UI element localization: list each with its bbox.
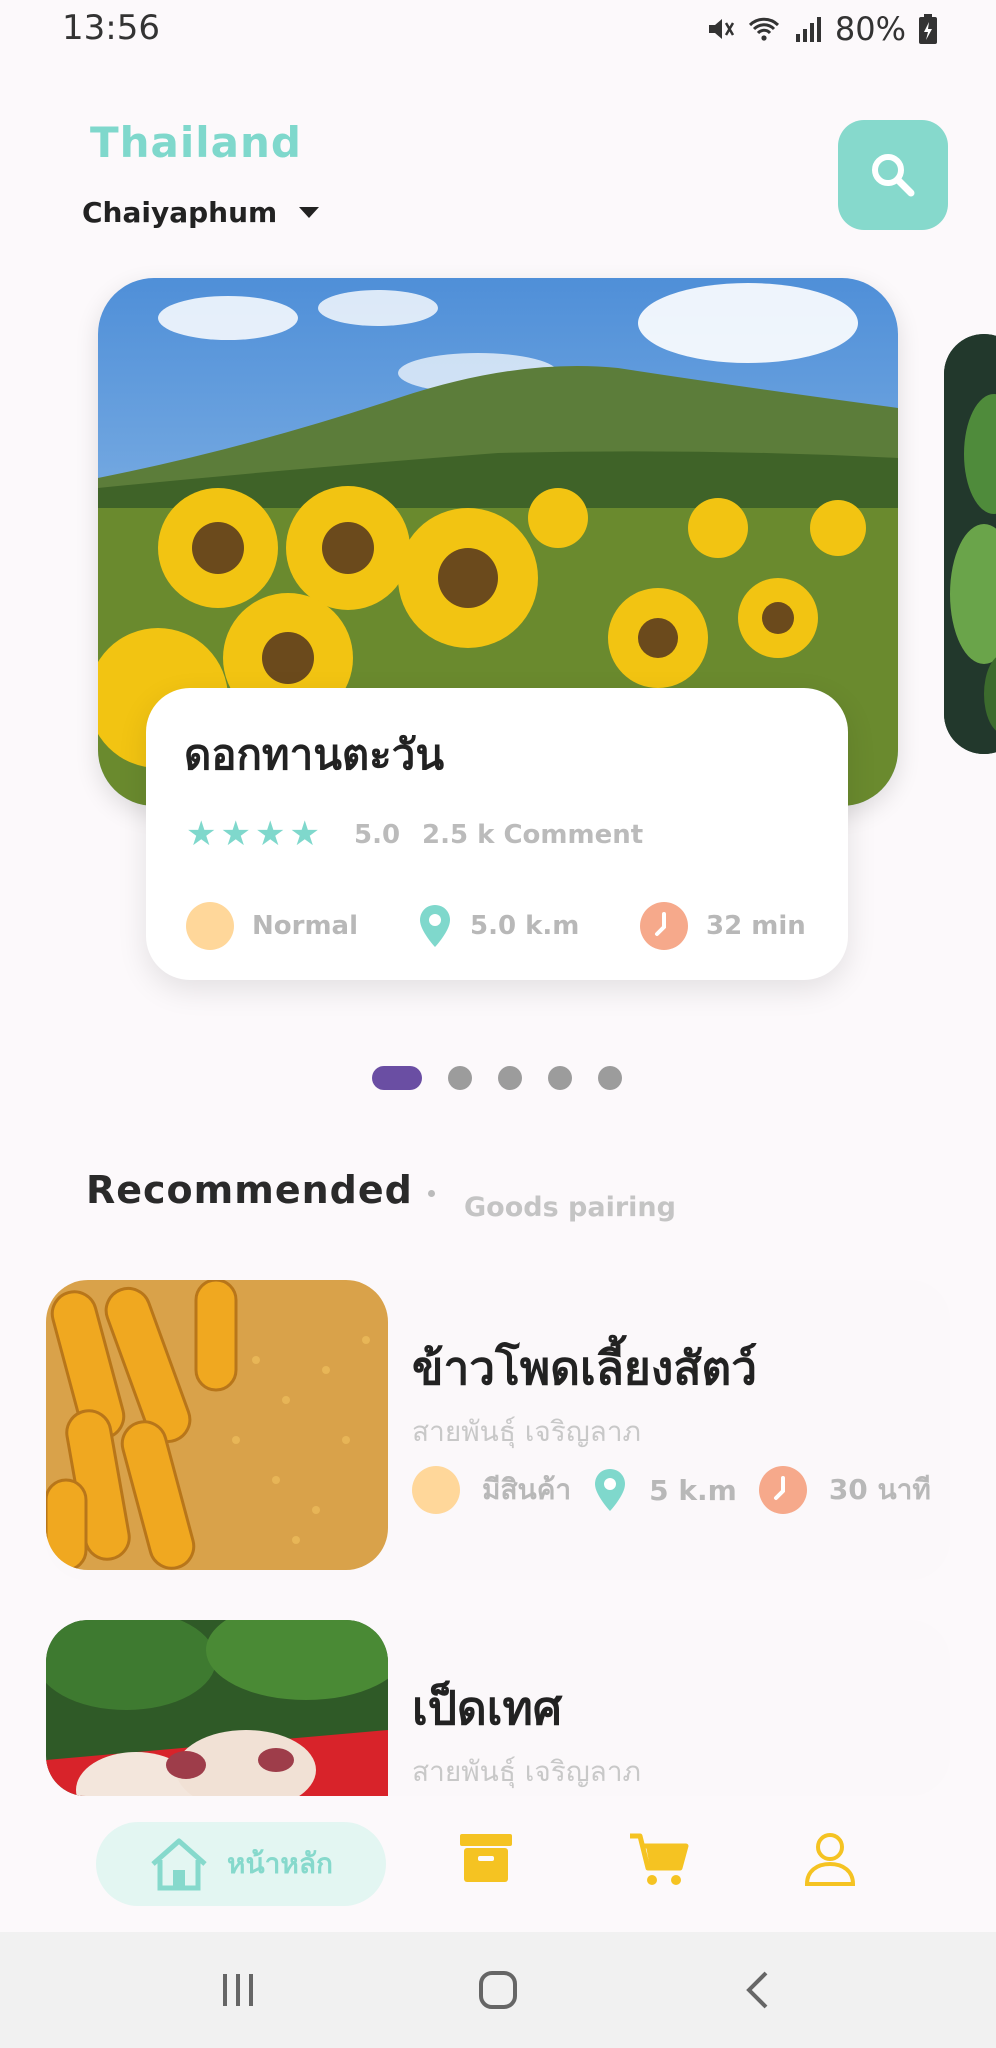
clock-icon [758,1466,807,1514]
back-icon[interactable] [744,1970,770,2010]
home-system-icon[interactable] [478,1970,518,2010]
item-seller: สายพันธุ์ เจริญลาภ [412,1755,642,1788]
duration-label: 32 min [706,911,806,941]
item-image [46,1280,388,1570]
location-pin-icon [420,905,450,947]
country-title: Thailand [90,118,302,167]
rating-stars: ★ ★ ★ ★ [186,814,320,854]
separator-dot [428,1190,435,1197]
star-icon: ★ [289,814,320,854]
system-navigation-bar [0,1932,996,2048]
item-image [46,1620,388,1796]
list-item[interactable]: ข้าวโพดเลี้ยงสัตว์ สายพันธุ์ เจริญลาภ มี… [46,1280,950,1580]
item-name: ข้าวโพดเลี้ยงสัตว์ [412,1341,758,1395]
level-label: Normal [252,911,358,941]
stock-icon [412,1466,460,1514]
featured-meta: Normal 5.0 k.m 32 min [186,902,826,950]
caret-down-icon [299,207,320,218]
cart-icon[interactable] [628,1832,690,1888]
item-seller: สายพันธุ์ เจริญลาภ [412,1415,642,1448]
corn-image [46,1280,388,1570]
pager-dot[interactable] [448,1066,472,1090]
battery-icon [919,14,937,44]
stock-label: มีสินค้า [482,1473,572,1506]
duration-label: 30 นาที [828,1473,931,1506]
wifi-icon [748,17,779,41]
pager-dot[interactable] [598,1066,622,1090]
plant-image [944,334,996,754]
bottom-navigation: หน้าหลัก [0,1796,996,1932]
list-item[interactable]: เป็ดเทศ สายพันธุ์ เจริญลาภ [46,1620,950,1796]
region-selector[interactable]: Chaiyaphum [82,196,320,229]
star-icon: ★ [186,814,217,854]
signal-icon [795,17,821,42]
status-time: 13:56 [62,8,160,48]
pager-dot[interactable] [498,1066,522,1090]
location-pin-icon [595,1469,626,1511]
carousel-pager [372,1066,622,1090]
distance-label: 5.0 k.m [470,911,580,941]
pager-dot[interactable] [548,1066,572,1090]
nav-home-label: หน้าหลัก [227,1847,333,1880]
clock-icon [640,902,688,950]
recommended-title: Recommended [86,1168,413,1212]
rating-value: 5.0 [354,820,401,850]
comment-count: 2.5 k Comment [422,820,644,850]
archive-icon[interactable] [458,1832,514,1884]
search-button[interactable] [838,120,948,230]
star-icon: ★ [220,814,251,854]
mute-icon [708,19,734,39]
region-label: Chaiyaphum [82,196,278,229]
pager-dot-active[interactable] [372,1066,422,1090]
goods-pairing-tab[interactable]: Goods pairing [464,1192,676,1223]
battery-percent: 80% [834,10,906,48]
featured-info-card[interactable]: ดอกทานตะวัน ★ ★ ★ ★ 5.0 2.5 k Comment No… [146,688,848,980]
profile-icon[interactable] [804,1832,856,1886]
status-icons: 80% [705,10,938,48]
distance-label: 5 k.m [649,1473,737,1507]
next-card-preview[interactable] [944,334,996,754]
level-icon [186,902,234,950]
search-icon [872,154,915,197]
home-icon [151,1838,207,1891]
item-meta: มีสินค้า 5 k.m 30 นาที [412,1466,931,1514]
nav-home-button[interactable]: หน้าหลัก [96,1822,386,1906]
recent-apps-icon[interactable] [220,1972,256,2008]
star-icon: ★ [254,814,286,854]
duck-image [46,1620,388,1796]
item-name: เป็ดเทศ [412,1681,563,1735]
featured-title: ดอกทานตะวัน [184,730,445,779]
